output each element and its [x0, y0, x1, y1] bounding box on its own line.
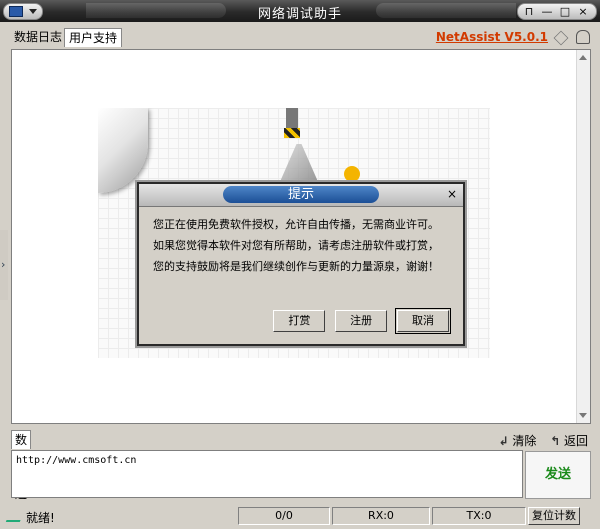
- scroll-down-icon[interactable]: [579, 413, 587, 418]
- status-counter: 0/0: [238, 507, 330, 525]
- tab-data-send[interactable]: 数据发送: [11, 430, 32, 501]
- dialog-message-line: 您正在使用免费软件授权，允许自由传播，无需商业许可。: [153, 218, 439, 231]
- status-ready-text: 就绪!: [26, 511, 55, 525]
- side-panel-handle[interactable]: ›: [0, 230, 8, 300]
- send-input[interactable]: http://www.cmsoft.cn: [11, 450, 523, 498]
- chevron-right-icon: ›: [1, 258, 6, 271]
- close-button[interactable]: ×: [574, 4, 592, 19]
- register-button[interactable]: 注册: [335, 310, 388, 332]
- send-button[interactable]: 发送: [525, 451, 591, 499]
- tab-row: 数据日志 用户支持 NetAssist V5.0.1: [0, 24, 600, 48]
- dialog-message-line: 您的支持鼓励将是我们继续创作与更新的力量源泉，谢谢！: [153, 260, 439, 273]
- prompt-dialog: 提示 × 您正在使用免费软件授权，允许自由传播，无需商业许可。 如果您觉得本软件…: [137, 182, 465, 346]
- dialog-title-bar: 提示 ×: [139, 184, 463, 207]
- status-tx: TX:0: [432, 507, 526, 525]
- app-window: 网络调试助手 ⊓ — □ × 数据日志 用户支持 NetAssist V5.0.…: [0, 0, 600, 529]
- page-curl-graphic: [98, 108, 148, 193]
- bell-icon[interactable]: [576, 30, 590, 44]
- back-arrow-icon: ↰: [550, 434, 561, 448]
- clear-button[interactable]: ↲ 清除: [498, 432, 536, 449]
- reset-counter-button[interactable]: 复位计数: [528, 507, 580, 525]
- clear-label: 清除: [512, 434, 537, 448]
- donate-button[interactable]: 打赏: [273, 310, 326, 332]
- title-bar: 网络调试助手 ⊓ — □ ×: [0, 0, 600, 22]
- yellow-ball-graphic: [344, 166, 360, 182]
- window-title: 网络调试助手: [257, 7, 342, 22]
- send-actions: ↲ 清除 ↰ 返回: [488, 432, 588, 449]
- dialog-close-button[interactable]: ×: [445, 187, 459, 201]
- brand-link[interactable]: NetAssist V5.0.1: [436, 30, 548, 44]
- dialog-message: 您正在使用免费软件授权，允许自由传播，无需商业许可。 如果您觉得本软件对您有所帮…: [147, 214, 455, 277]
- cancel-button[interactable]: 取消: [395, 308, 451, 334]
- back-label: 返回: [563, 434, 588, 448]
- warning-stripe-graphic: [284, 128, 300, 138]
- pin-button[interactable]: ⊓: [520, 4, 538, 19]
- status-rx: RX:0: [332, 507, 430, 525]
- window-controls: ⊓ — □ ×: [517, 3, 597, 20]
- tab-user-support[interactable]: 用户支持: [64, 28, 123, 47]
- vertical-scrollbar[interactable]: [576, 50, 590, 423]
- tab-data-log[interactable]: 数据日志: [10, 28, 66, 46]
- steel-frame-graphic: [279, 144, 319, 184]
- check-icon: [5, 510, 25, 522]
- dialog-title: 提示: [223, 186, 379, 203]
- minimize-button[interactable]: —: [538, 4, 556, 19]
- clear-arrow-icon: ↲: [498, 434, 509, 448]
- maximize-button[interactable]: □: [556, 4, 574, 19]
- status-ready: 就绪!: [5, 509, 55, 526]
- back-button[interactable]: ↰ 返回: [550, 432, 588, 449]
- dialog-message-line: 如果您觉得本软件对您有所帮助，请考虑注册软件或打赏，: [153, 239, 439, 252]
- scroll-up-icon[interactable]: [579, 55, 587, 60]
- status-bar: 就绪! 0/0 RX:0 TX:0 复位计数: [0, 505, 600, 527]
- dialog-buttons: 打赏 注册 取消: [267, 308, 451, 334]
- diamond-icon[interactable]: [553, 30, 569, 46]
